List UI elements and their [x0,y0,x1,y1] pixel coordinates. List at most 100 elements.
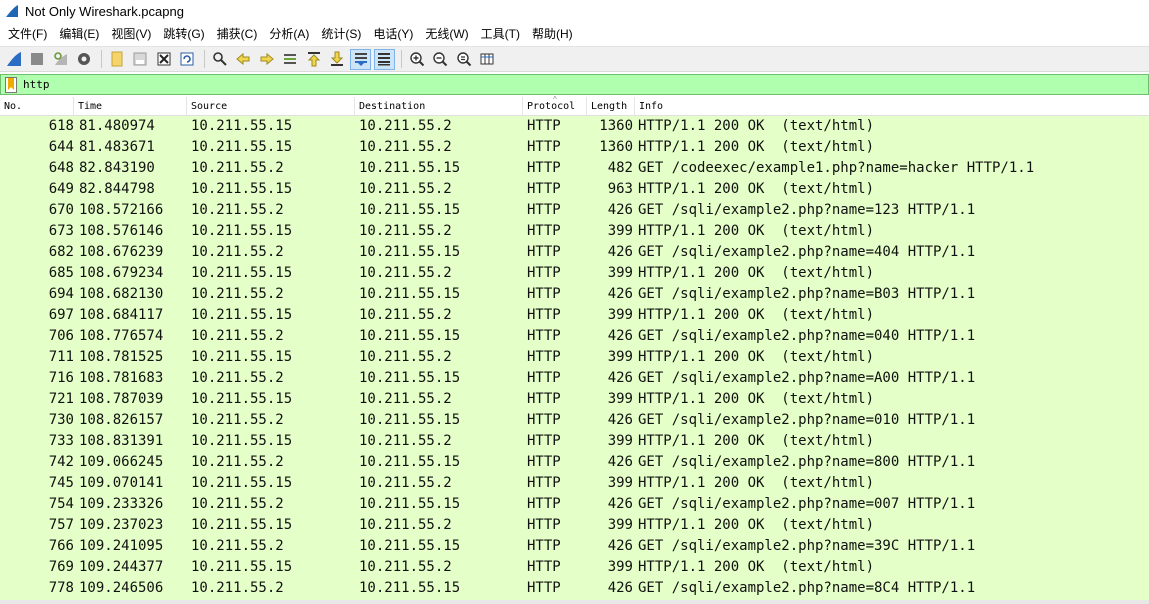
packet-info: HTTP/1.1 200 OK (text/html) [638,475,875,491]
filter-bookmark-button[interactable] [5,76,19,93]
packet-protocol: HTTP [527,580,561,596]
packet-row[interactable]: 742 109.066245 10.211.55.2 10.211.55.15 HTTP… [0,452,1149,473]
go-last-packet-button[interactable] [327,49,348,70]
packet-row[interactable]: 721 108.787039 10.211.55.15 10.211.55.2 HTTP… [0,389,1149,410]
packet-row[interactable]: 685 108.679234 10.211.55.15 10.211.55.2 HTTP… [0,263,1149,284]
stop-capture-button[interactable] [27,49,48,70]
column-header-no[interactable]: No. [0,97,74,116]
packet-info: HTTP/1.1 200 OK (text/html) [638,349,875,365]
packet-row[interactable]: 673 108.576146 10.211.55.15 10.211.55.2 HTTP… [0,221,1149,242]
packet-row[interactable]: 769 109.244377 10.211.55.15 10.211.55.2 HTTP… [0,557,1149,578]
column-header-time[interactable]: Time [74,97,187,116]
packet-protocol: HTTP [527,307,561,323]
restart-capture-icon [53,52,67,65]
menu-edit[interactable]: 编辑(E) [53,24,105,44]
packet-number: 716 [48,370,74,386]
packet-length: 426 [607,538,633,554]
packet-row[interactable]: 648 82.843190 10.211.55.2 10.211.55.15 HTTP 4… [0,158,1149,179]
packet-length: 963 [607,181,633,197]
toolbar-separator [204,50,205,68]
packet-row[interactable]: 694 108.682130 10.211.55.2 10.211.55.15 HTTP… [0,284,1149,305]
packet-list-header: No. Time Source Destination Protocol Len… [0,96,1149,116]
go-first-packet-button[interactable] [303,49,324,70]
packet-row[interactable]: 644 81.483671 10.211.55.15 10.211.55.2 HTTP 1… [0,137,1149,158]
bookmark-icon [5,76,17,93]
packet-destination: 10.211.55.2 [359,475,452,491]
packet-destination: 10.211.55.15 [359,580,461,596]
packet-row[interactable]: 778 109.246506 10.211.55.2 10.211.55.15 HTTP… [0,578,1149,599]
packet-info: HTTP/1.1 200 OK (text/html) [638,181,875,197]
packet-row[interactable]: 730 108.826157 10.211.55.2 10.211.55.15 HTTP… [0,410,1149,431]
open-file-icon [111,51,122,67]
open-file-button[interactable] [106,49,127,70]
menu-tools[interactable]: 工具(T) [475,24,526,44]
packet-row[interactable]: 649 82.844798 10.211.55.15 10.211.55.2 HTTP 9… [0,179,1149,200]
find-packet-button[interactable] [209,49,230,70]
menu-statistics[interactable]: 统计(S) [315,24,367,44]
column-header-source[interactable]: Source [187,97,355,116]
menu-analyze[interactable]: 分析(A) [263,24,315,44]
packet-row[interactable]: 766 109.241095 10.211.55.2 10.211.55.15 HTTP… [0,536,1149,557]
menu-view[interactable]: 视图(V) [105,24,157,44]
packet-row[interactable]: 733 108.831391 10.211.55.15 10.211.55.2 HTTP… [0,431,1149,452]
packet-length: 399 [607,517,633,533]
resize-columns-button[interactable] [477,49,498,70]
packet-row[interactable]: 706 108.776574 10.211.55.2 10.211.55.15 HTTP… [0,326,1149,347]
reload-file-button[interactable] [177,49,198,70]
zoom-in-button[interactable] [406,49,427,70]
save-file-icon [133,52,147,66]
column-header-length[interactable]: Length [587,97,635,116]
packet-row[interactable]: 754 109.233326 10.211.55.2 10.211.55.15 HTTP… [0,494,1149,515]
packet-row[interactable]: 711 108.781525 10.211.55.15 10.211.55.2 HTTP… [0,347,1149,368]
column-header-info[interactable]: Info [635,97,1149,116]
resize-columns-icon [480,53,494,65]
packet-length: 399 [607,475,633,491]
packet-source: 10.211.55.2 [191,412,284,428]
packet-row[interactable]: 682 108.676239 10.211.55.2 10.211.55.15 HTTP… [0,242,1149,263]
display-filter-input[interactable] [23,75,1148,94]
zoom-out-button[interactable] [430,49,451,70]
menu-go[interactable]: 跳转(G) [157,24,210,44]
go-forward-button[interactable] [256,49,277,70]
packet-number: 682 [48,244,74,260]
save-file-button[interactable] [130,49,151,70]
normal-size-button[interactable] [453,49,474,70]
pane-splitter[interactable] [0,600,1149,604]
colorize-button[interactable] [373,48,395,70]
menu-file[interactable]: 文件(F) [2,24,53,44]
start-capture-button[interactable] [3,49,24,70]
packet-row[interactable]: 670 108.572166 10.211.55.2 10.211.55.15 HTTP… [0,200,1149,221]
packet-time: 108.679234 [79,265,164,281]
packet-time: 108.684117 [79,307,164,323]
packet-number: 742 [48,454,74,470]
menu-help[interactable]: 帮助(H) [526,24,579,44]
packet-protocol: HTTP [527,160,561,176]
menu-capture[interactable]: 捕获(C) [211,24,264,44]
go-back-button[interactable] [233,49,254,70]
auto-scroll-button[interactable] [350,48,371,70]
packet-source: 10.211.55.15 [191,433,293,449]
packet-row[interactable]: 757 109.237023 10.211.55.15 10.211.55.2 HTTP… [0,515,1149,536]
packet-time: 108.826157 [79,412,164,428]
capture-options-button[interactable] [74,49,95,70]
packet-destination: 10.211.55.2 [359,517,452,533]
menu-telephony[interactable]: 电话(Y) [367,24,419,44]
packet-row[interactable]: 618 81.480974 10.211.55.15 10.211.55.2 HTTP 1… [0,116,1149,137]
packet-time: 108.831391 [79,433,164,449]
packet-source: 10.211.55.2 [191,454,284,470]
shark-fin-start-capture-icon [6,52,21,66]
packet-destination: 10.211.55.2 [359,433,452,449]
column-header-destination[interactable]: Destination [355,97,523,116]
packet-row[interactable]: 745 109.070141 10.211.55.15 10.211.55.2 HTTP… [0,473,1149,494]
packet-protocol: HTTP [527,286,561,302]
packet-list[interactable]: 618 81.480974 10.211.55.15 10.211.55.2 HTTP 1… [0,116,1149,600]
packet-time: 109.233326 [79,496,164,512]
close-file-button[interactable] [153,49,174,70]
packet-row[interactable]: 697 108.684117 10.211.55.15 10.211.55.2 HTTP… [0,305,1149,326]
packet-time: 108.787039 [79,391,164,407]
packet-number: 697 [48,307,74,323]
menu-wireless[interactable]: 无线(W) [419,24,474,44]
packet-row[interactable]: 716 108.781683 10.211.55.2 10.211.55.15 HTTP… [0,368,1149,389]
restart-capture-button[interactable] [50,49,71,70]
go-to-packet-button[interactable] [280,49,301,70]
